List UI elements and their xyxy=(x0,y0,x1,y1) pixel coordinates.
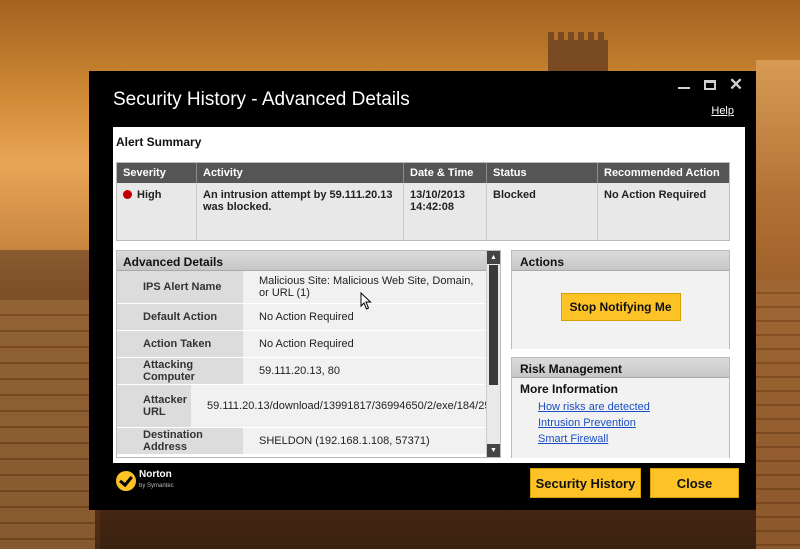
column-header-recommended-action: Recommended Action xyxy=(604,167,720,179)
severity-value: High xyxy=(137,189,162,201)
detail-label: Action Taken xyxy=(117,331,243,357)
detail-value: 59.111.20.13/download/13991817/36994650/… xyxy=(191,385,488,427)
background-great-wall-right xyxy=(756,280,800,549)
recommended-action-cell: No Action Required xyxy=(604,189,707,201)
alert-summary-title: Alert Summary xyxy=(116,135,202,149)
list-item: Attacker URL 59.111.20.13/download/13991… xyxy=(117,385,488,428)
list-item: IPS Alert Name Malicious Site: Malicious… xyxy=(117,271,488,304)
column-header-severity: Severity xyxy=(117,163,197,183)
close-icon: ✕ xyxy=(728,75,744,94)
advanced-details-title: Advanced Details xyxy=(117,251,500,271)
severity-high-icon xyxy=(123,190,132,199)
actions-body: Stop Notifying Me xyxy=(512,271,729,349)
main-content: Alert Summary Severity Activity Date & T… xyxy=(113,127,745,463)
date-time-cell: 13/10/2013 14:42:08 xyxy=(404,183,487,240)
window-title: Security History - Advanced Details xyxy=(113,89,410,110)
advanced-details-list: IPS Alert Name Malicious Site: Malicious… xyxy=(117,271,488,457)
list-item: Default Action No Action Required xyxy=(117,304,488,331)
status-cell: Blocked xyxy=(487,183,598,240)
risk-management-body: More Information How risks are detected … xyxy=(512,378,729,458)
maximize-icon xyxy=(704,80,716,90)
advanced-details-panel: Advanced Details IPS Alert Name Maliciou… xyxy=(116,250,501,458)
list-item: Action Taken No Action Required xyxy=(117,331,488,358)
detail-label: Attacking Computer xyxy=(117,358,243,384)
scrollbar-thumb[interactable] xyxy=(489,265,498,385)
table-row[interactable]: High An intrusion attempt by 59.111.20.1… xyxy=(117,183,729,240)
detail-label: Attacker URL xyxy=(117,385,192,427)
norton-logo: Norton by Symantec xyxy=(116,470,174,491)
detail-label: Destination Address xyxy=(117,428,243,454)
norton-logo-name: Norton xyxy=(139,469,172,480)
minimize-icon xyxy=(678,87,690,89)
list-item: Destination Address SHELDON (192.168.1.1… xyxy=(117,428,488,455)
how-risks-detected-link[interactable]: How risks are detected xyxy=(538,399,721,415)
maximize-button[interactable] xyxy=(702,77,718,93)
list-item: Attacking Computer 59.111.20.13, 80 xyxy=(117,358,488,385)
close-button[interactable]: Close xyxy=(650,468,739,498)
alert-table-header: Severity Activity Date & Time Status Rec… xyxy=(117,163,729,183)
close-window-button[interactable]: ✕ xyxy=(728,75,744,94)
window-footer: Norton by Symantec Security History Clos… xyxy=(89,463,756,510)
detail-label: Default Action xyxy=(117,304,243,330)
norton-logo-sub: by Symantec xyxy=(139,483,174,489)
alert-summary-table: Severity Activity Date & Time Status Rec… xyxy=(116,162,730,241)
help-link[interactable]: Help xyxy=(711,105,734,117)
column-header-date-time: Date & Time xyxy=(404,163,487,183)
intrusion-prevention-link[interactable]: Intrusion Prevention xyxy=(538,415,721,431)
risk-management-panel: Risk Management More Information How ris… xyxy=(511,357,730,458)
norton-logo-text: Norton by Symantec xyxy=(139,470,174,491)
detail-value: No Action Required xyxy=(243,331,488,357)
actions-title: Actions xyxy=(512,251,729,271)
background-great-wall-left xyxy=(0,300,95,549)
security-history-button[interactable]: Security History xyxy=(530,468,641,498)
detail-value: SHELDON (192.168.1.108, 57371) xyxy=(243,428,488,454)
risk-management-title: Risk Management xyxy=(512,358,729,378)
norton-check-icon xyxy=(116,470,136,491)
scroll-down-icon[interactable]: ▼ xyxy=(487,444,500,457)
actions-panel: Actions Stop Notifying Me xyxy=(511,250,730,349)
background-watchtower xyxy=(548,32,608,74)
severity-cell: High xyxy=(117,183,197,240)
advanced-details-scrollbar[interactable]: ▲ ▼ xyxy=(486,251,500,457)
detail-value: 59.111.20.13, 80 xyxy=(243,358,488,384)
column-header-activity: Activity xyxy=(197,163,404,183)
security-history-window: ✕ Security History - Advanced Details He… xyxy=(89,71,756,510)
mouse-cursor-icon xyxy=(360,292,372,310)
more-information-heading: More Information xyxy=(520,382,618,396)
activity-cell: An intrusion attempt by 59.111.20.13 was… xyxy=(197,183,404,240)
minimize-button[interactable] xyxy=(676,77,692,93)
column-header-status: Status xyxy=(487,163,598,183)
time-value: 14:42:08 xyxy=(410,201,455,213)
smart-firewall-link[interactable]: Smart Firewall xyxy=(538,431,721,447)
detail-label: IPS Alert Name xyxy=(117,271,243,303)
window-controls: ✕ xyxy=(676,75,744,94)
date-value: 13/10/2013 xyxy=(410,189,466,201)
stop-notifying-button[interactable]: Stop Notifying Me xyxy=(560,293,681,321)
scroll-up-icon[interactable]: ▲ xyxy=(487,251,500,264)
